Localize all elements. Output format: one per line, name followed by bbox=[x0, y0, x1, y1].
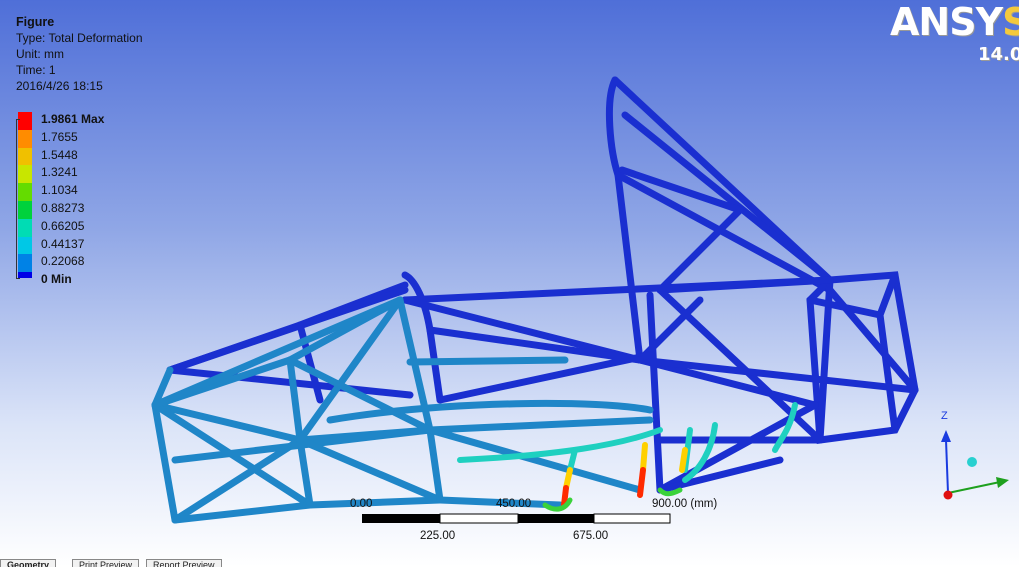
legend-row: 1.9861 Max bbox=[16, 112, 166, 130]
legend-swatch bbox=[18, 272, 32, 279]
tab-geometry[interactable]: Geometry bbox=[0, 559, 57, 567]
legend-row: 0 Min bbox=[16, 272, 166, 290]
legend-swatch bbox=[18, 254, 32, 273]
legend-swatch bbox=[18, 236, 32, 255]
result-time: Time: 1 bbox=[16, 63, 56, 77]
tab-print-preview[interactable]: Print Preview bbox=[72, 559, 140, 567]
legend-swatch bbox=[18, 201, 32, 219]
legend-label: 0.88273 bbox=[41, 201, 85, 215]
result-type: Type: Total Deformation bbox=[16, 31, 143, 45]
legend-label: 0.66205 bbox=[41, 218, 85, 233]
result-date: 2016/4/26 18:15 bbox=[16, 79, 103, 93]
result-title: Figure bbox=[16, 15, 55, 29]
axis-triad bbox=[941, 430, 1009, 500]
view-tabs: Geometry Print Preview Report Preview bbox=[0, 559, 1019, 567]
legend-label: 1.1034 bbox=[41, 183, 78, 198]
z-axis-label: Z bbox=[941, 410, 948, 422]
ansys-logo: ANSYS bbox=[890, 0, 1019, 44]
legend-row: 0.22068 bbox=[16, 254, 166, 273]
legend-row: 1.5448 bbox=[16, 147, 166, 166]
version-label: 14.0 bbox=[978, 44, 1019, 65]
legend-row: 0.66205 bbox=[16, 218, 166, 237]
legend-row: 0.88273 bbox=[16, 201, 166, 219]
legend-label: 0 Min bbox=[41, 272, 72, 287]
scale-label-900: 900.00 (mm) bbox=[652, 498, 718, 510]
legend-label: 1.3241 bbox=[41, 165, 78, 180]
scale-label-225: 225.00 bbox=[420, 530, 456, 542]
legend-row: 1.3241 bbox=[16, 165, 166, 184]
legend-swatch bbox=[18, 147, 32, 166]
scale-label-0: 0.00 bbox=[350, 498, 373, 510]
legend-row: 1.1034 bbox=[16, 183, 166, 201]
legend-swatch bbox=[18, 129, 32, 148]
result-unit: Unit: mm bbox=[16, 47, 64, 61]
scale-label-450: 450.00 bbox=[496, 498, 532, 510]
scale-label-675: 675.00 bbox=[573, 530, 609, 542]
legend-swatch bbox=[18, 218, 32, 237]
legend-label: 1.9861 Max bbox=[41, 112, 105, 126]
graphics-viewport[interactable]: Figure Type: Total Deformation Unit: mm … bbox=[0, 0, 1019, 567]
legend-label: 0.44137 bbox=[41, 236, 85, 251]
legend-bracket bbox=[16, 119, 20, 279]
legend-label: 1.5448 bbox=[41, 147, 78, 162]
legend-row: 1.7655 bbox=[16, 129, 166, 148]
legend-swatch bbox=[18, 112, 32, 130]
scale-bar bbox=[362, 513, 671, 524]
legend-label: 0.22068 bbox=[41, 254, 85, 269]
result-info: Figure Type: Total Deformation Unit: mm … bbox=[16, 14, 143, 94]
legend-row: 0.44137 bbox=[16, 236, 166, 255]
legend-swatch bbox=[18, 165, 32, 184]
tab-report-preview[interactable]: Report Preview bbox=[146, 559, 222, 567]
legend-swatch bbox=[18, 183, 32, 201]
legend-label: 1.7655 bbox=[41, 129, 78, 144]
